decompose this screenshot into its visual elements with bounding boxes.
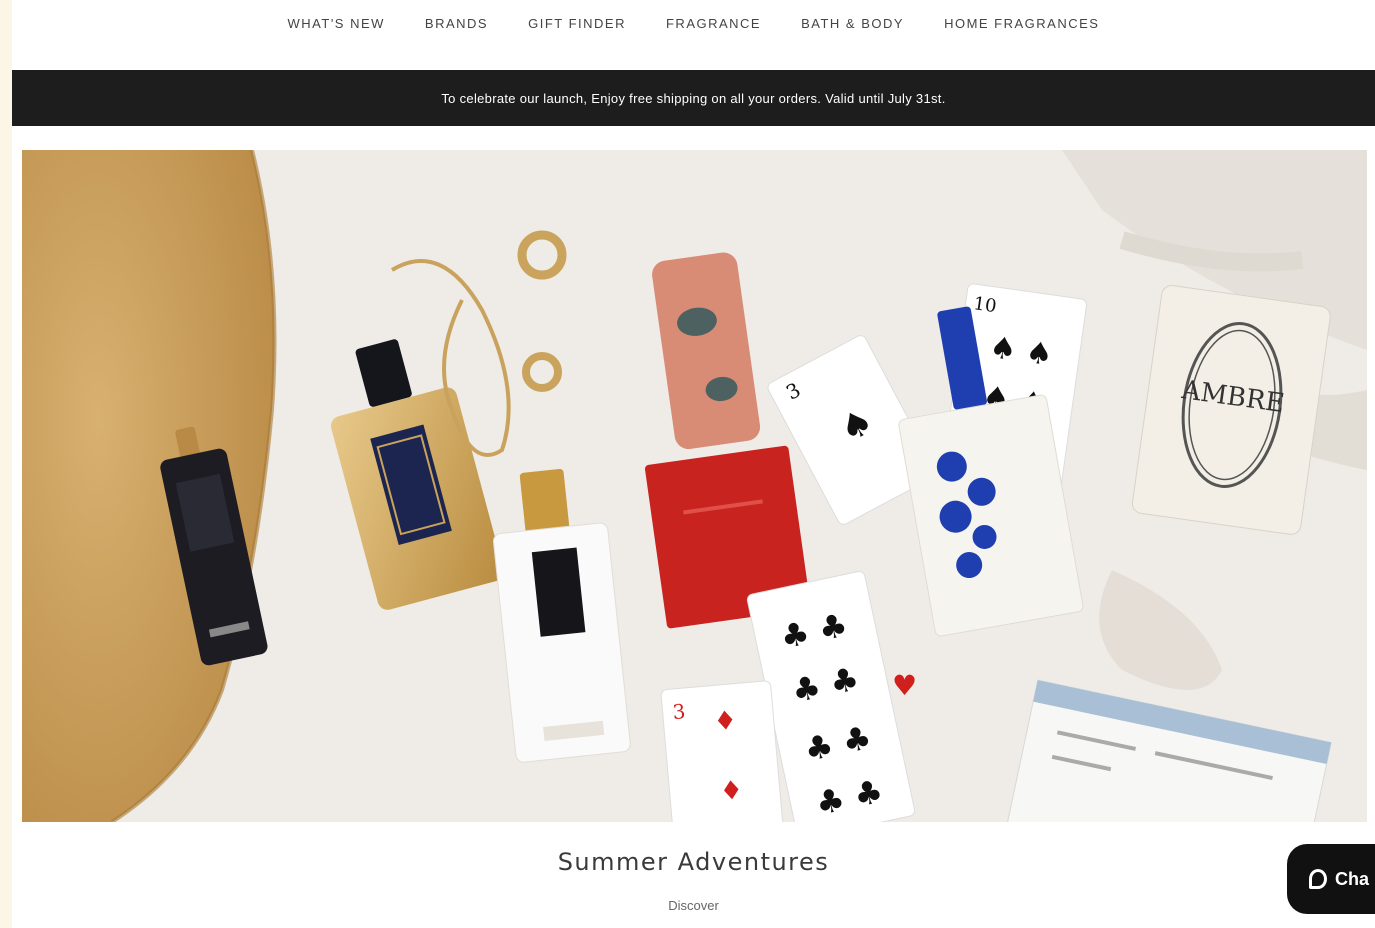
svg-text:♦: ♦ — [712, 706, 738, 738]
hero-image: 3 ♠ 10 ♠ ♠ ♠ ♠ ♣ ♣ ♣ ♣ ♣ ♣ ♣ ♣ 3 ♦ ♦ — [22, 150, 1367, 822]
promo-text: To celebrate our launch, Enjoy free ship… — [441, 90, 946, 106]
nav-item-whats-new[interactable]: WHAT'S NEW — [288, 16, 385, 31]
hero-title: Summer Adventures — [557, 848, 830, 876]
nav-item-gift-finder[interactable]: GIFT FINDER — [528, 16, 626, 31]
svg-text:10: 10 — [972, 293, 998, 317]
chat-button[interactable]: Cha — [1287, 844, 1375, 914]
chat-label: Cha — [1335, 868, 1370, 889]
nav-item-bath-body[interactable]: BATH & BODY — [801, 16, 904, 31]
main-nav: WHAT'S NEW BRANDS GIFT FINDER FRAGRANCE … — [12, 0, 1375, 70]
promo-banner: To celebrate our launch, Enjoy free ship… — [12, 70, 1375, 126]
playing-card-3-diamonds: 3 ♦ ♦ — [660, 680, 784, 822]
svg-text:♦: ♦ — [719, 775, 745, 807]
nav-item-fragrance[interactable]: FRAGRANCE — [666, 16, 761, 31]
svg-text:3: 3 — [672, 699, 687, 724]
nav-item-home-fragrances[interactable]: HOME FRAGRANCES — [944, 16, 1099, 31]
nav-item-brands[interactable]: BRANDS — [425, 16, 488, 31]
page: WHAT'S NEW BRANDS GIFT FINDER FRAGRANCE … — [12, 0, 1375, 928]
hero-banner[interactable]: 3 ♠ 10 ♠ ♠ ♠ ♠ ♣ ♣ ♣ ♣ ♣ ♣ ♣ ♣ 3 ♦ ♦ — [22, 150, 1367, 822]
ambre-candle: AMBRE — [1131, 285, 1331, 535]
svg-text:♥: ♥ — [892, 669, 917, 702]
chat-bubble-icon — [1309, 869, 1327, 889]
discover-link[interactable]: Discover — [12, 898, 1375, 913]
